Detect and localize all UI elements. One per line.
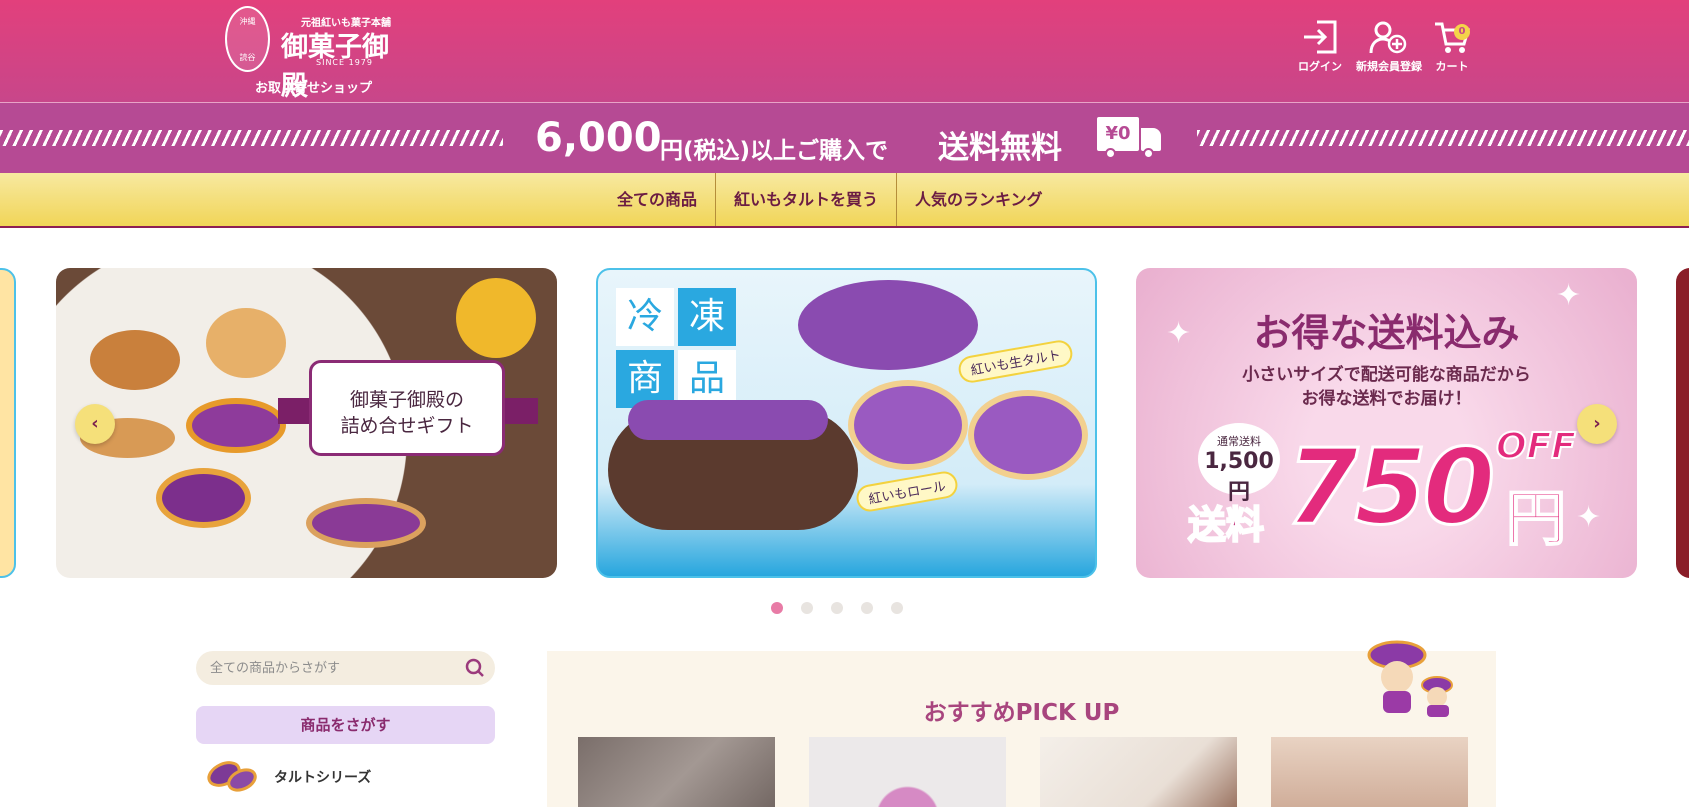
truck-price: ¥0 [1097,117,1139,151]
nav-buy-tart[interactable]: 紅いもタルトを買う [716,173,898,226]
sidebar-item-label: タルトシリーズ [274,770,372,786]
site-header: 沖縄 読谷 元祖紅いも菓子本舗 御菓子御殿 SINCE 1979 お取り寄せショ… [0,0,1689,102]
pickup-cards [578,737,1502,807]
login-button[interactable]: ログイン [1288,20,1352,80]
deal-subtitle-1: 小さいサイズで配送可能な商品だから [1242,365,1531,385]
nav-all-products[interactable]: 全ての商品 [599,173,717,226]
carousel-prev-button[interactable]: ‹ [75,404,115,444]
deal-off: OFF [1495,425,1577,468]
gift-title-card: 御菓子御殿の 詰め合せギフト [309,360,505,456]
carousel-peek-right[interactable] [1676,268,1689,578]
sweet-image [90,330,180,390]
shipping-condition: 円(税込)以上ご購入で [660,138,889,164]
shipping-message: 6,000 円(税込)以上ご購入で 送料無料 ¥0 [535,113,1165,166]
search-box [196,651,495,685]
tart-icon [207,761,257,792]
frozen-title-tiles: 冷 凍 商 品 [616,288,738,410]
deal-shipping-label: 送料 [1187,502,1265,548]
pickup-card[interactable] [1040,737,1237,807]
carousel-dot[interactable] [831,602,843,614]
search-icon[interactable] [465,658,485,678]
banner-stripes-right [1197,130,1689,146]
logo-seal-bottom: 読谷 [239,53,256,62]
nav-items: 全ての商品 紅いもタルトを買う 人気のランキング [599,173,1061,226]
free-shipping-banner: 6,000 円(税込)以上ご購入で 送料無料 ¥0 [0,102,1689,173]
regular-shipping-badge: 通常送料 1,500円 [1198,423,1280,505]
shipping-free-label: 送料無料 [938,130,1062,166]
pickup-card[interactable] [1271,737,1468,807]
login-icon [1304,20,1337,54]
carousel-slide-frozen[interactable]: 冷 凍 商 品 紅いも生タルト 紅いもロール [596,268,1097,578]
tart-image [798,280,978,370]
carousel-slide-gift[interactable]: 御菓子御殿の 詰め合せギフト [56,268,557,578]
logo-seal-top: 沖縄 [239,17,256,26]
carousel-dot[interactable] [861,602,873,614]
carousel-slide-shipping-deal[interactable]: ✦ ✦ ✦ お得な送料込み 小さいサイズで配送可能な商品だから お得な送料でお届… [1136,268,1637,578]
banner-stripes-left [0,130,503,146]
shop-subtitle: お取り寄せショップ [255,81,373,96]
deal-title: お得な送料込み [1253,311,1520,355]
cart-button[interactable]: 0 カート [1420,20,1484,80]
logo[interactable]: 沖縄 読谷 元祖紅いも菓子本舗 御菓子御殿 SINCE 1979 お取り寄せショ… [225,6,415,102]
pickup-card[interactable] [809,737,1006,807]
truck-icon: ¥0 [1097,117,1163,159]
search-input[interactable] [210,651,460,685]
carousel-dot[interactable] [801,602,813,614]
carousel-peek-left[interactable] [0,268,16,578]
tag-roll: 紅いもロール [854,469,960,514]
cart-label: カート [1435,60,1469,73]
deal-subtitle-2: お得な送料でお届け！ [1301,389,1472,409]
gift-title-line2: 詰め合せギフト [340,415,474,437]
logo-seal: 沖縄 読谷 [225,6,270,72]
carousel-next-button[interactable]: › [1577,404,1617,444]
nav-ranking[interactable]: 人気のランキング [897,173,1061,226]
carousel-dots [771,602,921,614]
tag-tart: 紅いも生タルト [956,338,1075,385]
carousel-dot[interactable] [771,602,783,614]
add-user-icon [1369,21,1407,54]
carousel-dot[interactable] [891,602,903,614]
logo-since: SINCE 1979 [316,58,373,67]
pickup-card[interactable] [578,737,775,807]
shipping-threshold: 6,000 [535,115,662,161]
register-label: 新規会員登録 [1356,60,1422,73]
deal-amount: 750 [1284,425,1496,550]
main-nav: 全ての商品 紅いもタルトを買う 人気のランキング [0,173,1689,228]
cart-count-badge: 0 [1454,24,1470,40]
gift-title-line1: 御菓子御殿の [349,389,464,411]
login-label: ログイン [1298,60,1342,73]
regular-shipping-label: 通常送料 [1217,435,1261,448]
find-products-button[interactable]: 商品をさがす [196,706,495,744]
pickup-section: おすすめPICK UP [547,640,1496,807]
deal-yen: 円 [1505,483,1567,555]
pickup-title: おすすめPICK UP [923,700,1120,726]
register-button[interactable]: 新規会員登録 [1356,20,1422,80]
